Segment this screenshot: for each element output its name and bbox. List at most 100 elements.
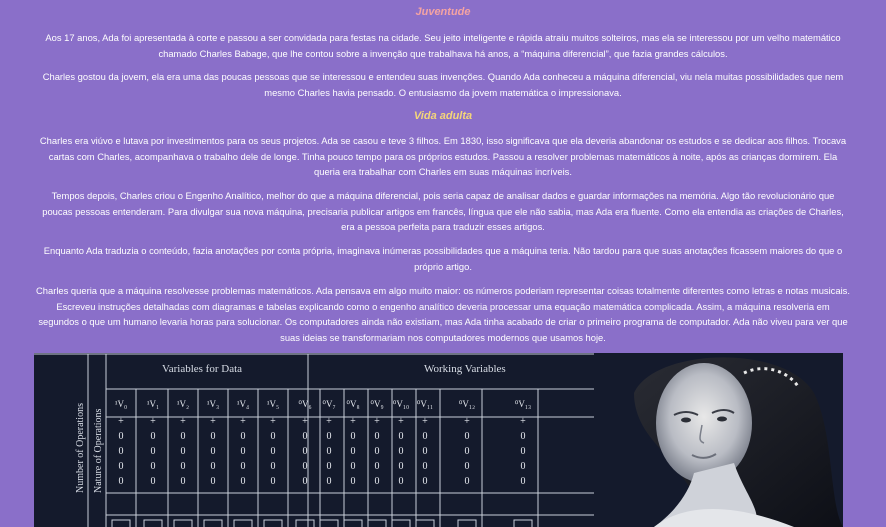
bottom-box: [263, 519, 283, 527]
cell-zero: 0: [180, 461, 186, 472]
column-header: ⁰V₉: [370, 399, 384, 409]
cell-zero: 0: [302, 431, 308, 442]
cell-plus: +: [374, 416, 380, 427]
header-variables-for-data: Variables for Data: [162, 363, 243, 375]
bottom-box: [295, 519, 315, 527]
cell-zero: 0: [398, 446, 404, 457]
cell-zero: 0: [464, 461, 470, 472]
header-number-of-operations: Number of Operations: [75, 403, 86, 493]
cell-zero: 0: [240, 461, 246, 472]
cell-zero: 0: [326, 461, 332, 472]
cell-zero: 0: [302, 446, 308, 457]
cell-plus: +: [118, 416, 124, 427]
cell-zero: 0: [118, 431, 124, 442]
bottom-box: [111, 519, 131, 527]
column-header: ¹V₀: [114, 399, 128, 409]
cell-zero: 0: [374, 446, 380, 457]
cell-zero: 0: [240, 446, 246, 457]
cell-zero: 0: [150, 446, 156, 457]
heading-juventude: Juventude: [415, 6, 471, 18]
cell-zero: 0: [210, 476, 216, 487]
cell-zero: 0: [150, 476, 156, 487]
cell-zero: 0: [326, 431, 332, 442]
column-header: ⁰V₇: [322, 399, 336, 409]
bottom-box: [513, 519, 533, 527]
cell-plus: +: [210, 416, 216, 427]
hero-image-ada-table: Number of Operations Nature of Operation…: [34, 353, 843, 527]
column-header: ⁰V₁₂: [458, 399, 476, 409]
cell-zero: 0: [422, 431, 428, 442]
bottom-box: [173, 519, 193, 527]
cell-zero: 0: [210, 461, 216, 472]
cell-zero: 0: [350, 476, 356, 487]
cell-zero: 0: [374, 431, 380, 442]
cell-zero: 0: [210, 431, 216, 442]
paragraph-adulta-1: Charles era viúvo e lutava por investime…: [39, 135, 847, 177]
cell-zero: 0: [374, 476, 380, 487]
cell-zero: 0: [180, 476, 186, 487]
cell-plus: +: [398, 416, 404, 427]
cell-zero: 0: [270, 446, 276, 457]
cell-zero: 0: [374, 461, 380, 472]
cell-zero: 0: [270, 476, 276, 487]
cell-zero: 0: [398, 461, 404, 472]
cell-zero: 0: [464, 431, 470, 442]
column-header: ⁰V₆: [298, 399, 312, 409]
column-header: ⁰V₁₀: [392, 399, 410, 409]
cell-zero: 0: [520, 476, 526, 487]
column-header: ¹V₅: [266, 399, 280, 409]
cell-zero: 0: [180, 446, 186, 457]
cell-zero: 0: [302, 476, 308, 487]
cell-zero: 0: [180, 431, 186, 442]
column-header: ⁰V₁₁: [416, 399, 434, 409]
cell-zero: 0: [398, 431, 404, 442]
cell-plus: +: [180, 416, 186, 427]
column-header: ⁰V₁₃: [514, 399, 532, 409]
cell-plus: +: [350, 416, 356, 427]
cell-plus: +: [302, 416, 308, 427]
cell-plus: +: [270, 416, 276, 427]
bottom-box: [203, 519, 223, 527]
cell-zero: 0: [150, 461, 156, 472]
header-working-variables: Working Variables: [424, 363, 506, 375]
cell-zero: 0: [350, 446, 356, 457]
cell-zero: 0: [270, 461, 276, 472]
cell-plus: +: [422, 416, 428, 427]
cell-zero: 0: [464, 476, 470, 487]
cell-zero: 0: [240, 476, 246, 487]
cell-zero: 0: [422, 446, 428, 457]
cell-zero: 0: [520, 431, 526, 442]
bottom-box: [343, 519, 363, 527]
cell-plus: +: [464, 416, 470, 427]
cell-zero: 0: [520, 446, 526, 457]
cell-zero: 0: [326, 476, 332, 487]
column-header: ¹V₁: [146, 399, 160, 409]
bottom-box: [415, 519, 435, 527]
paragraph-juventude-1: Aos 17 anos, Ada foi apresentada à corte…: [45, 32, 841, 59]
paragraph-adulta-2: Tempos depois, Charles criou o Engenho A…: [42, 190, 844, 232]
paragraph-adulta-4: Charles queria que a máquina resolvesse …: [36, 285, 850, 343]
cell-zero: 0: [302, 461, 308, 472]
column-header: ⁰V₈: [346, 399, 360, 409]
column-header: ¹V₄: [236, 399, 250, 409]
cell-zero: 0: [464, 446, 470, 457]
heading-vida-adulta: Vida adulta: [413, 110, 473, 122]
bottom-box: [233, 519, 253, 527]
bottom-box: [367, 519, 387, 527]
cell-plus: +: [326, 416, 332, 427]
cell-zero: 0: [210, 446, 216, 457]
bottom-box: [391, 519, 411, 527]
cell-zero: 0: [270, 431, 276, 442]
cell-zero: 0: [422, 476, 428, 487]
cell-zero: 0: [326, 446, 332, 457]
cell-zero: 0: [520, 461, 526, 472]
cell-zero: 0: [350, 461, 356, 472]
cell-plus: +: [150, 416, 156, 427]
cell-zero: 0: [350, 431, 356, 442]
cell-zero: 0: [118, 446, 124, 457]
paragraph-adulta-3: Enquanto Ada traduzia o conteúdo, fazia …: [43, 245, 843, 272]
cell-zero: 0: [118, 461, 124, 472]
paragraph-juventude-2: Charles gostou da jovem, ela era uma das…: [42, 71, 844, 98]
cell-plus: +: [240, 416, 246, 427]
column-header: ¹V₂: [176, 399, 190, 409]
